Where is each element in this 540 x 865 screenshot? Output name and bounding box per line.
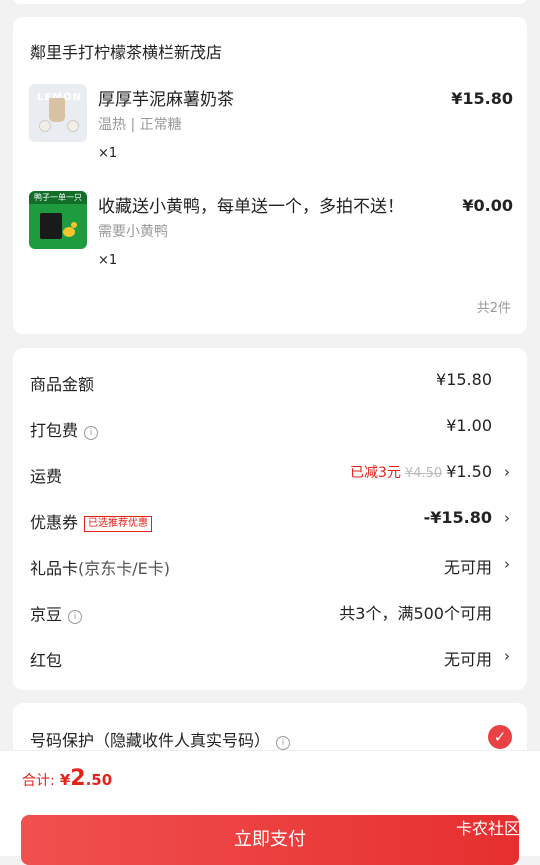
- checkmark-toggle[interactable]: ✓: [488, 725, 512, 749]
- milk-tea-thumbnail[interactable]: LEMON: [29, 84, 87, 142]
- info-icon[interactable]: i: [84, 426, 99, 440]
- chevron-right-icon: ›: [504, 463, 510, 481]
- chevron-right-icon: ›: [504, 509, 510, 527]
- yellow-duck-thumbnail[interactable]: 鸭子一单一只: [29, 191, 87, 249]
- number-protection-label: 号码保护（隐藏收件人真实号码）: [30, 731, 271, 750]
- total-label: 合计:: [22, 773, 55, 789]
- store-name[interactable]: 鄰里手打柠檬茶横栏新茂店: [30, 39, 222, 63]
- order-item[interactable]: LEMON 厚厚芋泥麻薯奶茶 温热 | 正常糖 ×1 ¥15.80: [29, 84, 513, 174]
- watermark-text: 卡农社区: [455, 819, 520, 838]
- shipping-reduced-text: 已减3元: [350, 465, 401, 481]
- coupon-row[interactable]: 优惠券 已选推荐优惠 -¥15.80 ›: [30, 504, 510, 534]
- jd-bean-value: 共3个，满500个可用: [339, 604, 492, 623]
- gift-card-row[interactable]: 礼品卡(京东卡/E卡) 无可用 ›: [30, 550, 510, 580]
- dessert-icon: [67, 120, 79, 132]
- store-order-card: 鄰里手打柠檬茶横栏新茂店 LEMON 厚厚芋泥麻薯奶茶 温热 | 正常糖 ×1 …: [13, 17, 527, 334]
- packing-fee-value: ¥1.00: [446, 416, 492, 435]
- pay-now-button[interactable]: 立即支付: [21, 815, 519, 865]
- shipping-fee-value: ¥1.50: [446, 462, 492, 481]
- red-packet-label: 红包: [30, 651, 63, 670]
- red-packet-row[interactable]: 红包 无可用 ›: [30, 642, 510, 672]
- coupon-value: -¥15.80: [423, 508, 492, 527]
- duck-icon: [63, 227, 75, 237]
- item-spec: 需要小黄鸭: [98, 224, 168, 240]
- total-decimal: .50: [85, 771, 113, 789]
- goods-amount-value: ¥15.80: [436, 370, 492, 389]
- info-icon[interactable]: i: [276, 736, 291, 750]
- dessert-icon: [39, 120, 51, 132]
- item-spec: 温热 | 正常糖: [98, 117, 182, 133]
- red-packet-value: 无可用: [443, 650, 492, 669]
- cup-icon: [49, 98, 65, 122]
- item-name: 厚厚芋泥麻薯奶茶: [98, 90, 234, 110]
- item-quantity: ×1: [98, 253, 118, 268]
- shipping-original-price: ¥4.50: [404, 466, 443, 481]
- chevron-right-icon: ›: [504, 647, 510, 665]
- packing-fee-label: 打包费: [30, 421, 79, 440]
- info-icon[interactable]: i: [68, 610, 83, 624]
- order-total: 合计: ¥2.50: [22, 766, 112, 791]
- item-quantity: ×1: [98, 146, 118, 161]
- gift-card-label: 礼品卡: [30, 559, 79, 578]
- total-currency: ¥: [59, 771, 71, 789]
- gift-card-value: 无可用: [443, 558, 492, 577]
- order-item[interactable]: 鸭子一单一只 收藏送小黄鸭，每单送一个，多拍不送！ 需要小黄鸭 ×1 ¥0.00: [29, 191, 513, 281]
- chevron-right-icon: ›: [504, 555, 510, 573]
- item-price: ¥15.80: [451, 89, 513, 108]
- previous-card-stub: [13, 0, 527, 4]
- shipping-fee-label: 运费: [30, 467, 63, 486]
- goods-amount-row: 商品金额 ¥15.80: [30, 366, 510, 396]
- checkout-bar: 合计: ¥2.50 立即支付 卡农社区: [0, 750, 540, 865]
- recommended-coupon-badge: 已选推荐优惠: [84, 516, 153, 532]
- jd-bean-label: 京豆: [30, 605, 63, 624]
- bag-icon: [40, 213, 62, 239]
- coupon-label: 优惠券: [30, 513, 79, 532]
- total-integer: 2: [70, 766, 86, 791]
- packing-fee-row: 打包费 i ¥1.00: [30, 412, 510, 442]
- item-name: 收藏送小黄鸭，每单送一个，多拍不送！: [98, 197, 404, 217]
- fee-summary-card: 商品金额 ¥15.80 打包费 i ¥1.00 运费 已减3元 ¥4.50 ¥1.50…: [13, 348, 527, 690]
- item-price: ¥0.00: [462, 196, 513, 215]
- thumb-banner-text: 鸭子一单一只: [29, 191, 87, 204]
- jd-bean-row: 京豆 i 共3个，满500个可用: [30, 596, 510, 626]
- goods-amount-label: 商品金额: [30, 375, 95, 394]
- item-total-count: 共2件: [476, 301, 511, 316]
- duck-head-icon: [71, 222, 77, 228]
- gift-card-sublabel: (京东卡/E卡): [78, 559, 171, 578]
- shipping-fee-row[interactable]: 运费 已减3元 ¥4.50 ¥1.50 ›: [30, 458, 510, 488]
